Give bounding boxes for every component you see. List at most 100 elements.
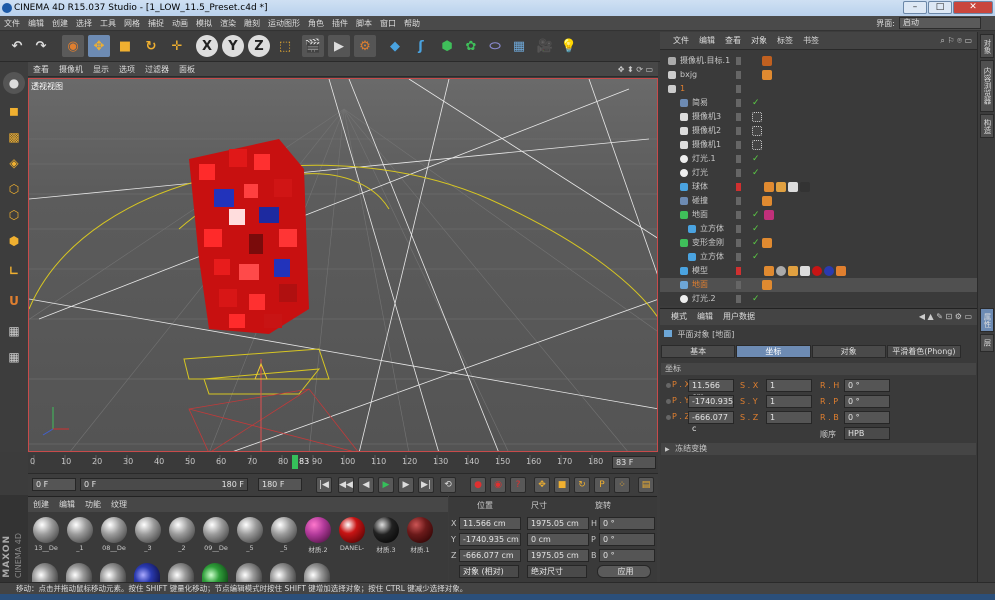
tag-icon[interactable]: [752, 112, 762, 122]
object-row[interactable]: 球体: [660, 180, 977, 194]
visibility-toggle[interactable]: [736, 141, 741, 149]
sidebar-tab-objects[interactable]: 对象: [980, 34, 994, 58]
tag-icon[interactable]: [764, 210, 774, 220]
keyframe-selection-icon[interactable]: ?: [510, 477, 526, 493]
tag-icon[interactable]: [800, 266, 810, 276]
make-editable-icon[interactable]: ●: [3, 72, 25, 94]
enabled-check-icon[interactable]: ✓: [752, 208, 760, 222]
tag-icon[interactable]: [762, 70, 772, 80]
material-swatch[interactable]: DANEL-: [336, 515, 368, 555]
model-mode-icon[interactable]: ◼: [3, 100, 25, 122]
workplane-icon[interactable]: ◈: [3, 152, 25, 174]
sidebar-tab-layers[interactable]: 层: [980, 334, 994, 352]
tag-icon[interactable]: [752, 126, 762, 136]
loop-icon[interactable]: ⟲: [440, 477, 456, 493]
go-to-start-icon[interactable]: |◀: [316, 477, 332, 493]
menu-edit[interactable]: 编辑: [24, 16, 48, 30]
material-preview[interactable]: [304, 563, 330, 583]
object-row[interactable]: 摄像机.目标.1: [660, 54, 977, 68]
key-rotation-icon[interactable]: ↻: [574, 477, 590, 493]
keyframe-dot[interactable]: [666, 399, 671, 404]
target-tag-icon[interactable]: [762, 56, 772, 66]
move-icon[interactable]: ✥: [88, 35, 110, 57]
object-row[interactable]: 变形金刚 ✓: [660, 236, 977, 250]
visibility-toggle[interactable]: [736, 71, 741, 79]
tag-icon[interactable]: [764, 266, 774, 276]
material-swatch[interactable]: _3: [132, 515, 164, 555]
sidebar-tab-content-browser[interactable]: 内容浏览器: [980, 60, 994, 112]
position-z-field[interactable]: -666.077 cm: [459, 549, 521, 562]
tag-icon[interactable]: [788, 266, 798, 276]
visibility-toggle[interactable]: [736, 225, 741, 233]
attr-rotation-h-field[interactable]: 0 °: [844, 379, 890, 392]
menu-animate[interactable]: 动画: [168, 16, 192, 30]
close-button[interactable]: ✕: [953, 1, 993, 14]
maximize-button[interactable]: □: [928, 1, 952, 14]
tag-icon[interactable]: [764, 182, 774, 192]
undo-icon[interactable]: ↶: [6, 35, 28, 57]
visibility-toggle[interactable]: [736, 85, 741, 93]
layout-dropdown[interactable]: 启动: [899, 17, 981, 29]
size-x-field[interactable]: 1975.05 cm: [527, 517, 589, 530]
tab-object[interactable]: 对象: [811, 345, 886, 358]
enabled-check-icon[interactable]: ✓: [752, 222, 760, 236]
scale-icon[interactable]: ■: [114, 35, 136, 57]
tab-basic[interactable]: 基本: [661, 345, 736, 358]
menu-create[interactable]: 创建: [48, 16, 72, 30]
camera-icon[interactable]: 🎥: [534, 35, 556, 57]
deformer-icon[interactable]: ⬭: [484, 35, 506, 57]
rotate-icon[interactable]: ↻: [140, 35, 162, 57]
enabled-check-icon[interactable]: ✓: [752, 166, 760, 180]
size-z-field[interactable]: 1975.05 cm: [527, 549, 589, 562]
coordinate-system-icon[interactable]: ⬚: [274, 35, 296, 57]
material-swatch[interactable]: 08__De: [98, 515, 130, 555]
visibility-toggle[interactable]: [736, 253, 741, 261]
apply-button[interactable]: 应用: [597, 565, 651, 578]
tag-icon[interactable]: [788, 182, 798, 192]
menu-render[interactable]: 渲染: [216, 16, 240, 30]
previous-frame-icon[interactable]: ◀: [358, 477, 374, 493]
viewport-menu-filter[interactable]: 过滤器: [140, 62, 174, 76]
preview-range-slider[interactable]: 0 F 180 F: [80, 478, 248, 491]
material-swatch[interactable]: 13__De: [30, 515, 62, 555]
material-swatch[interactable]: _5: [268, 515, 300, 555]
tag-icon[interactable]: [752, 140, 762, 150]
edges-mode-icon[interactable]: ⬡: [3, 204, 25, 226]
menu-file[interactable]: 文件: [0, 16, 24, 30]
z-axis-icon[interactable]: Z: [248, 35, 270, 57]
menu-select[interactable]: 选择: [72, 16, 96, 30]
go-to-end-icon[interactable]: ▶|: [418, 477, 434, 493]
start-frame-field[interactable]: 0 F: [32, 478, 76, 491]
material-menu-edit[interactable]: 编辑: [54, 497, 80, 512]
object-menu-tags[interactable]: 标签: [772, 32, 798, 49]
attr-scale-z-field[interactable]: 1: [766, 411, 812, 424]
live-selection-icon[interactable]: ◉: [62, 35, 84, 57]
object-search-icon[interactable]: ⌕ ⚐ ⌾ ▭: [935, 32, 977, 49]
viewport-nav-icon[interactable]: ✥ ⬍ ⟳ ▭: [613, 62, 658, 76]
object-row[interactable]: 灯光.2 ✓: [660, 292, 977, 306]
recent-tool-icon[interactable]: ✛: [166, 35, 188, 57]
key-scale-icon[interactable]: ■: [554, 477, 570, 493]
object-row[interactable]: bxjg: [660, 68, 977, 82]
snap-icon[interactable]: U: [3, 290, 25, 312]
menu-snap[interactable]: 捕捉: [144, 16, 168, 30]
tag-icon[interactable]: [776, 182, 786, 192]
material-preview[interactable]: [168, 563, 194, 583]
attr-position-y-field[interactable]: -1740.935: [688, 395, 734, 408]
rotation-order-dropdown[interactable]: HPB: [844, 427, 890, 440]
material-preview[interactable]: [32, 563, 58, 583]
attr-scale-y-field[interactable]: 1: [766, 395, 812, 408]
viewport-menu-options[interactable]: 选项: [114, 62, 140, 76]
attr-scale-x-field[interactable]: 1: [766, 379, 812, 392]
autokey-icon[interactable]: ◉: [490, 477, 506, 493]
x-axis-icon[interactable]: X: [196, 35, 218, 57]
viewport-menu-camera[interactable]: 摄像机: [54, 62, 88, 76]
tag-icon[interactable]: [762, 238, 772, 248]
attribute-menu-userdata[interactable]: 用户数据: [718, 309, 760, 325]
next-frame-icon[interactable]: ▶: [398, 477, 414, 493]
visibility-toggle[interactable]: [736, 113, 741, 121]
visibility-toggle[interactable]: [736, 239, 741, 247]
material-swatch[interactable]: 材质.3: [370, 515, 402, 555]
play-icon[interactable]: ▶: [378, 477, 394, 493]
object-row[interactable]: 简易 ✓: [660, 96, 977, 110]
